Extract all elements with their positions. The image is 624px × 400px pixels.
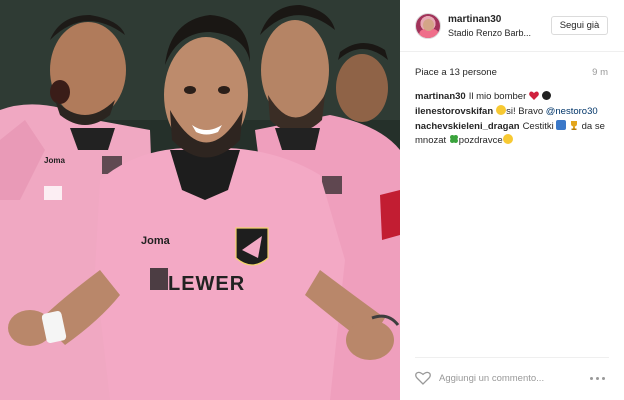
jersey-brand-text: Joma xyxy=(141,235,171,247)
post-time[interactable]: 9 m xyxy=(592,67,608,78)
like-heart-icon[interactable] xyxy=(415,371,431,385)
jersey-sponsor-text: LEWER xyxy=(168,273,245,295)
heart-icon xyxy=(529,91,539,100)
comment-text: Cestitki xyxy=(522,121,554,132)
comment-text-end: pozdravce xyxy=(458,135,503,146)
dot-icon xyxy=(602,376,605,380)
clover-icon xyxy=(449,135,458,143)
avatar[interactable] xyxy=(415,13,441,39)
photo-illustration: Joma Joma LEWER xyxy=(0,0,400,400)
likes-count[interactable]: Piace a 13 persone xyxy=(415,67,497,78)
post-sidebar: martinan30 Stadio Renzo Barb... Segui gi… xyxy=(400,0,624,400)
comment-item: nachevskieleni_dragan Cestitki da se mnoz… xyxy=(415,120,615,148)
dot-icon xyxy=(596,376,599,380)
comment-input[interactable] xyxy=(439,369,579,387)
svg-text:Joma: Joma xyxy=(44,156,65,165)
follow-button[interactable]: Segui già xyxy=(551,16,608,35)
medal-icon xyxy=(556,120,567,130)
comment-username[interactable]: martinan30 xyxy=(415,91,466,102)
dot-icon xyxy=(590,376,593,380)
black-circle-icon xyxy=(541,91,551,100)
comment-item: ilenestorovskifan si! Bravo @nestoro30 xyxy=(415,105,615,119)
smiley-icon xyxy=(496,105,507,115)
comment-text: Il mio bomber xyxy=(468,91,527,102)
comments-list: martinan30 Il mio bomber ilenestorovskifa… xyxy=(415,90,615,149)
comment-text: si! Bravo xyxy=(506,106,544,117)
more-options-button[interactable] xyxy=(590,372,612,384)
comment-mention[interactable]: @nestoro30 xyxy=(546,106,598,117)
comment-username[interactable]: ilenestorovskifan xyxy=(415,106,493,117)
post-location[interactable]: Stadio Renzo Barb... xyxy=(448,28,538,38)
post-photo[interactable]: Joma Joma LEWER xyxy=(0,0,400,400)
comment-username[interactable]: nachevskieleni_dragan xyxy=(415,121,520,132)
trophy-icon xyxy=(571,121,577,130)
post-username[interactable]: martinan30 xyxy=(448,14,501,25)
comment-item: martinan30 Il mio bomber xyxy=(415,90,615,104)
post-header: martinan30 Stadio Renzo Barb... Segui gi… xyxy=(400,0,624,52)
footer-divider xyxy=(415,357,609,358)
smiley-icon xyxy=(502,134,513,144)
